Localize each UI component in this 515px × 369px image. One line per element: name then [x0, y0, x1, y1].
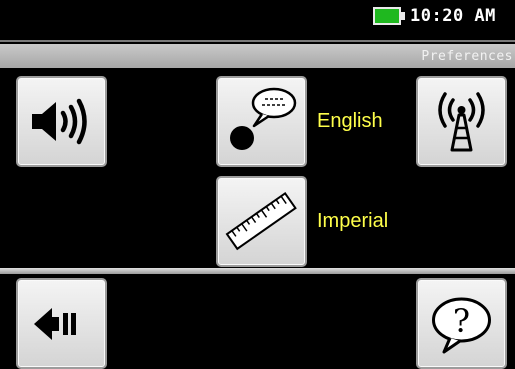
- back-button[interactable]: [16, 278, 107, 369]
- clock: 10:20 AM: [410, 6, 496, 26]
- help-question-icon: ?: [432, 297, 491, 354]
- title-bar: Preferences: [0, 44, 515, 68]
- units-button[interactable]: [216, 176, 307, 267]
- language-button[interactable]: [216, 76, 307, 167]
- wireless-tower-icon: [438, 92, 485, 152]
- speech-bubble-icon: [230, 87, 297, 150]
- wireless-button[interactable]: [416, 76, 507, 167]
- units-value: Imperial: [317, 210, 389, 232]
- status-bar: 10:20 AM: [0, 0, 515, 38]
- language-value: English: [317, 110, 383, 132]
- speaker-volume-icon: [32, 98, 87, 145]
- ruler-icon: [225, 191, 297, 251]
- back-arrow-icon: [34, 308, 76, 340]
- footer-divider: [0, 268, 515, 274]
- svg-text:?: ?: [453, 302, 470, 340]
- battery-icon: [373, 7, 401, 25]
- help-button[interactable]: ?: [416, 278, 507, 369]
- battery-tip: [401, 12, 405, 20]
- page-title: Preferences: [421, 49, 513, 64]
- status-divider: [0, 40, 515, 42]
- volume-button[interactable]: [16, 76, 107, 167]
